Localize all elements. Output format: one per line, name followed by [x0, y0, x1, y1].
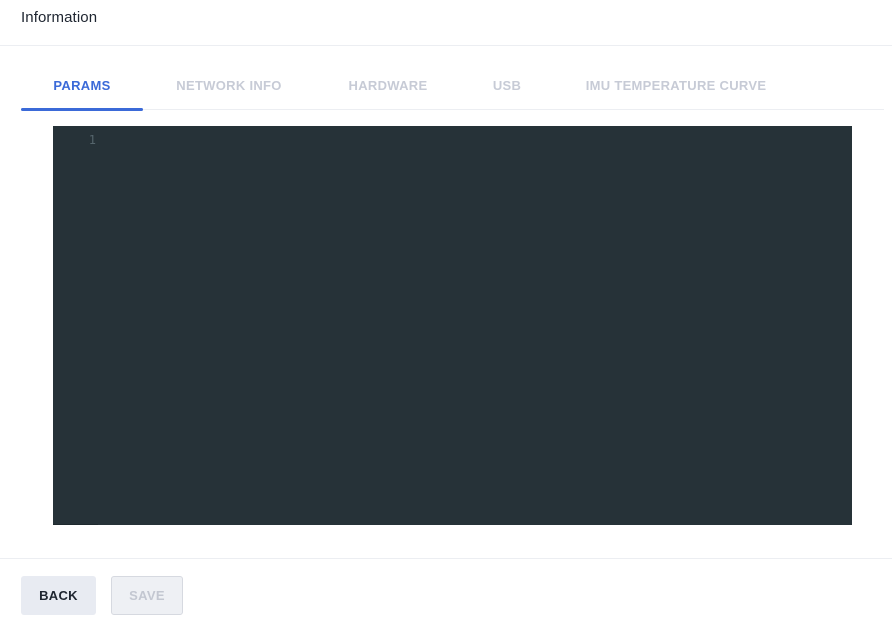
- line-number: 1: [88, 133, 96, 147]
- tab-hardware[interactable]: HARDWARE: [333, 66, 443, 110]
- back-button[interactable]: BACK: [21, 576, 96, 615]
- tab-imu-temperature-curve[interactable]: IMU TEMPERATURE CURVE: [569, 66, 783, 110]
- save-button[interactable]: SAVE: [111, 576, 183, 615]
- gutter-divider: [53, 524, 98, 525]
- tab-usb[interactable]: USB: [477, 66, 537, 110]
- tab-bar: PARAMS NETWORK INFO HARDWARE USB IMU TEM…: [21, 66, 884, 111]
- dialog-footer: BACK SAVE: [0, 558, 892, 628]
- tab-params[interactable]: PARAMS: [21, 66, 143, 111]
- dialog-title: Information: [21, 9, 98, 26]
- tab-network-info[interactable]: NETWORK INFO: [161, 66, 297, 110]
- dialog-header: Information: [0, 0, 892, 46]
- editor-text-area[interactable]: [98, 126, 852, 525]
- editor-gutter: 1: [53, 126, 98, 525]
- code-editor[interactable]: 1: [53, 126, 852, 525]
